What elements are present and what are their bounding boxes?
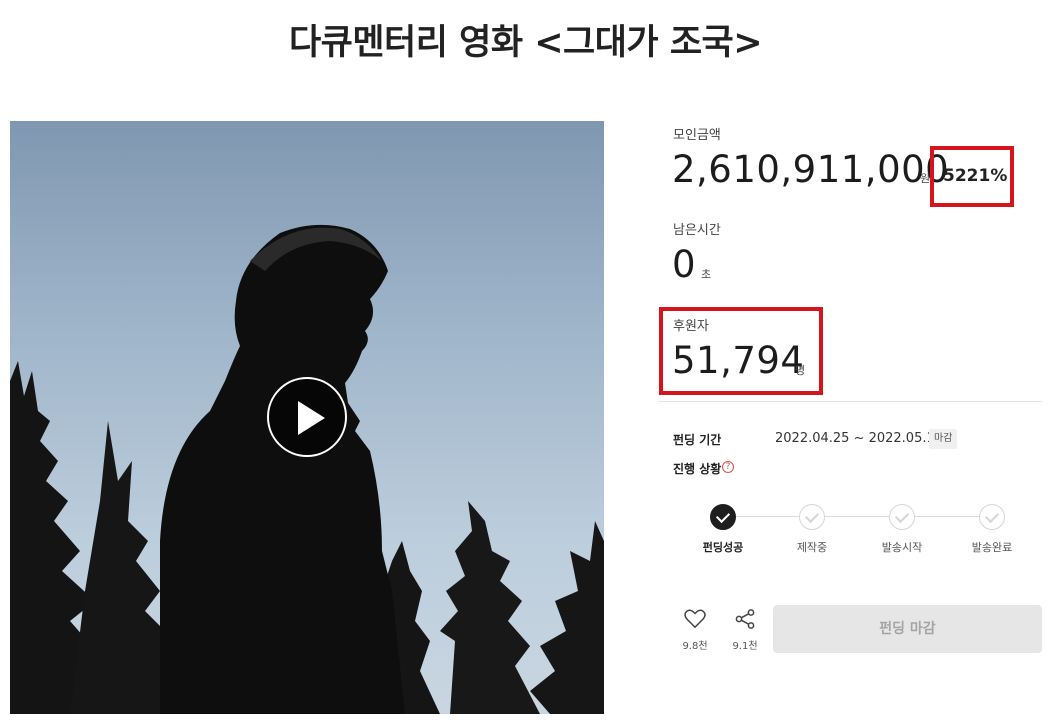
heart-icon (684, 609, 706, 629)
divider (658, 401, 1042, 402)
backers-label: 후원자 (673, 319, 709, 334)
help-icon[interactable]: ? (722, 461, 734, 473)
backers-value: 51,794 (672, 339, 805, 382)
check-icon (804, 508, 820, 524)
progress-label: 진행 상황 (673, 462, 722, 476)
check-icon (715, 508, 731, 524)
share-icon (735, 609, 755, 629)
step-4-label: 발송완료 (971, 541, 1013, 554)
page-title: 다큐멘터리 영화 <그대가 조국> (288, 23, 763, 63)
play-button[interactable] (267, 377, 347, 457)
time-label: 남은시간 (673, 223, 721, 238)
play-icon (298, 401, 325, 435)
check-icon (894, 508, 910, 524)
progress-track (723, 516, 993, 517)
amount-value: 2,610,911,000 (672, 148, 950, 191)
like-count: 9.8천 (682, 641, 708, 652)
check-icon (984, 508, 1000, 524)
period-label: 펀딩 기간 (673, 433, 722, 447)
status-badge: 마감 (929, 429, 958, 449)
step-2-label: 제작중 (796, 541, 828, 554)
achievement-percent: 5221% (943, 166, 1008, 186)
funding-closed-button[interactable]: 펀딩 마감 (773, 605, 1042, 653)
step-1-circle (710, 504, 736, 530)
like-button[interactable]: 9.8천 (680, 609, 710, 652)
share-button[interactable]: 9.1천 (730, 609, 760, 652)
step-4-circle (979, 504, 1005, 530)
step-3-circle (889, 504, 915, 530)
step-3-label: 발송시작 (881, 541, 923, 554)
step-1-label: 펀딩성공 (702, 541, 744, 554)
time-value: 0 (672, 243, 697, 286)
amount-unit: 원 (920, 172, 931, 185)
share-count: 9.1천 (732, 641, 758, 652)
amount-label: 모인금액 (673, 128, 721, 143)
time-unit: 초 (701, 268, 712, 281)
backers-unit: 명 (795, 364, 806, 377)
video-thumbnail[interactable] (10, 121, 604, 714)
period-value: 2022.04.25 ~ 2022.05.15 (775, 431, 944, 446)
step-2-circle (799, 504, 825, 530)
